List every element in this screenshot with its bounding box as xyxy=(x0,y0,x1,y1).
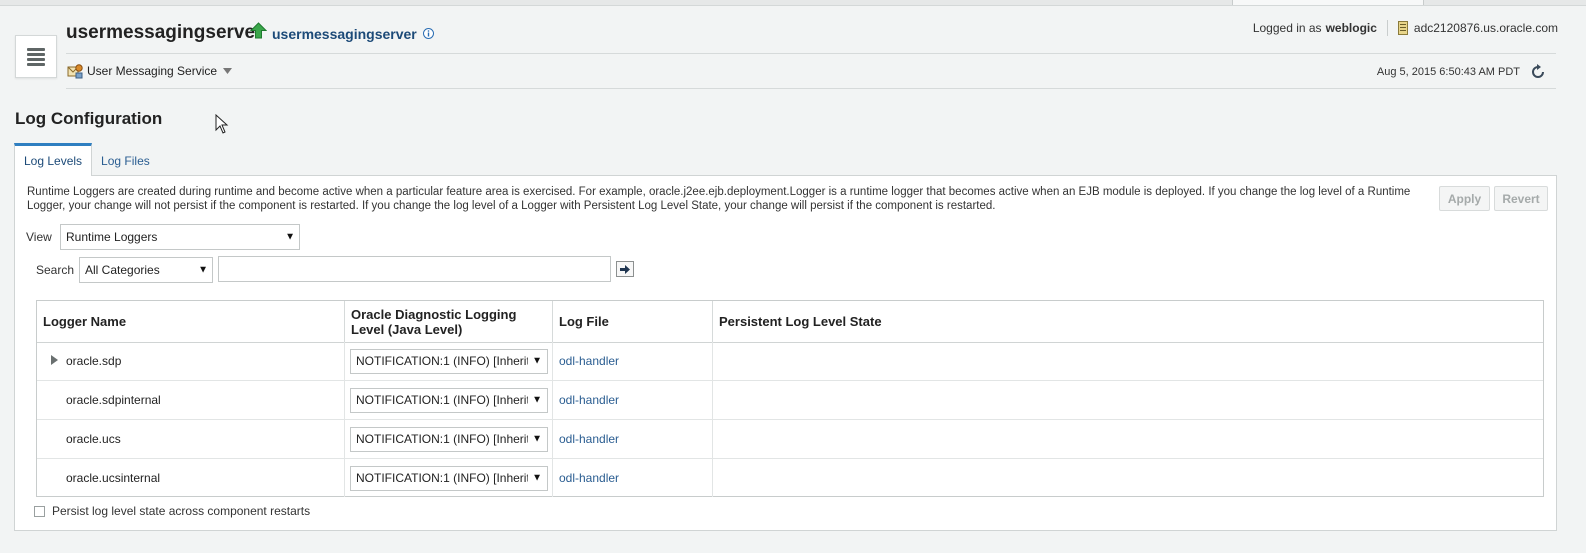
dropdown-arrow-icon: ▼ xyxy=(198,264,208,276)
log-level-value: NOTIFICATION:1 (INFO) [Inherited from pa… xyxy=(356,471,528,485)
log-file-link[interactable]: odl-handler xyxy=(553,381,713,419)
header-divider-top xyxy=(66,53,1556,54)
refresh-icon[interactable] xyxy=(1530,64,1546,80)
table-row[interactable]: oracle.sdpinternal NOTIFICATION:1 (INFO)… xyxy=(37,381,1543,420)
log-level-select[interactable]: NOTIFICATION:1 (INFO) [Inherited from pa… xyxy=(350,465,548,491)
dropdown-arrow-icon: ▼ xyxy=(532,433,542,445)
category-select[interactable]: All Categories ▼ xyxy=(79,257,213,283)
page-title: Log Configuration xyxy=(15,109,163,128)
category-select-value: All Categories xyxy=(85,263,160,277)
search-input[interactable] xyxy=(218,256,611,282)
user-host-separator xyxy=(1386,20,1388,36)
up-arrow-icon[interactable] xyxy=(250,22,267,39)
logger-name: oracle.sdpinternal xyxy=(37,381,345,419)
table-row[interactable]: oracle.sdp NOTIFICATION:1 (INFO) [Inheri… xyxy=(37,342,1543,381)
messaging-service-icon xyxy=(67,64,83,79)
mouse-pointer-icon xyxy=(215,114,229,134)
logged-in-label: Logged in as xyxy=(1252,21,1322,35)
persistent-state-cell xyxy=(713,342,1543,380)
dropdown-arrow-icon: ▼ xyxy=(532,355,542,367)
dropdown-arrow-icon: ▼ xyxy=(532,394,542,406)
top-scroll-tab xyxy=(1232,0,1424,5)
apply-button[interactable]: Apply xyxy=(1439,186,1490,211)
log-file-link[interactable]: odl-handler xyxy=(553,420,713,458)
header-divider-bottom xyxy=(66,88,1556,89)
table-header: Logger Name Oracle Diagnostic Logging Le… xyxy=(37,301,1543,343)
log-level-value: NOTIFICATION:1 (INFO) [Inherited from pa… xyxy=(356,354,528,368)
logger-name: oracle.sdp xyxy=(37,342,345,380)
column-header-odl-level[interactable]: Oracle Diagnostic Logging Level (Java Le… xyxy=(345,301,553,342)
table-row[interactable]: oracle.ucsinternal NOTIFICATION:1 (INFO)… xyxy=(37,459,1543,497)
view-select[interactable]: Runtime Loggers ▼ xyxy=(60,224,300,250)
log-file-link[interactable]: odl-handler xyxy=(553,342,713,380)
navigation-menu-button[interactable] xyxy=(15,35,57,78)
column-header-logger-name[interactable]: Logger Name xyxy=(37,301,345,342)
dropdown-arrow-icon: ▼ xyxy=(532,472,542,484)
log-level-value: NOTIFICATION:1 (INFO) [Inherited from pa… xyxy=(356,432,528,446)
level-cell: NOTIFICATION:1 (INFO) [Inherited from pa… xyxy=(345,420,553,458)
server-icon xyxy=(1397,21,1408,35)
go-arrow-icon xyxy=(620,264,630,274)
chevron-down-icon xyxy=(223,68,233,74)
log-file-link[interactable]: odl-handler xyxy=(553,459,713,497)
persist-state-option[interactable]: Persist log level state across component… xyxy=(34,504,310,518)
persist-state-checkbox[interactable] xyxy=(34,505,45,517)
search-label: Search xyxy=(36,263,75,277)
tab-log-levels[interactable]: Log Levels xyxy=(14,143,93,176)
username-link[interactable]: weblogic xyxy=(1326,21,1377,35)
search-go-button[interactable] xyxy=(616,261,634,277)
dropdown-arrow-icon: ▼ xyxy=(285,231,295,243)
parent-target-link[interactable]: usermessagingserver xyxy=(272,26,417,42)
log-level-select[interactable]: NOTIFICATION:1 (INFO) [Inherited from pa… xyxy=(350,387,548,413)
persistent-state-cell xyxy=(713,420,1543,458)
log-level-value: NOTIFICATION:1 (INFO) [Inherited from pa… xyxy=(356,393,528,407)
persistent-state-cell xyxy=(713,459,1543,497)
level-cell: NOTIFICATION:1 (INFO) [Inherited from pa… xyxy=(345,459,553,497)
persistent-state-cell xyxy=(713,381,1543,419)
column-header-log-file[interactable]: Log File xyxy=(553,301,713,342)
column-header-persistent-state[interactable]: Persistent Log Level State xyxy=(713,301,1543,342)
log-level-select[interactable]: NOTIFICATION:1 (INFO) [Inherited from pa… xyxy=(350,426,548,452)
level-cell: NOTIFICATION:1 (INFO) [Inherited from pa… xyxy=(345,342,553,380)
persist-state-label: Persist log level state across component… xyxy=(52,504,311,518)
target-menu-label: User Messaging Service xyxy=(87,64,218,78)
log-config-tabs: Log Levels Log Files xyxy=(14,143,159,176)
page-refresh-timestamp: Aug 5, 2015 6:50:43 AM PDT xyxy=(1376,66,1520,78)
tab-log-files[interactable]: Log Files xyxy=(92,146,159,176)
table-row[interactable]: oracle.ucs NOTIFICATION:1 (INFO) [Inheri… xyxy=(37,420,1543,459)
user-area: Logged in as weblogic adc2120876.us.orac… xyxy=(1253,20,1558,36)
hamburger-menu-icon xyxy=(27,47,45,66)
view-label: View xyxy=(26,230,52,244)
log-level-select[interactable]: NOTIFICATION:1 (INFO) [Inherited from pa… xyxy=(350,348,548,374)
runtime-loggers-description: Runtime Loggers are created during runti… xyxy=(27,186,1411,212)
log-levels-panel: Runtime Loggers are created during runti… xyxy=(14,175,1557,531)
logger-name: oracle.ucs xyxy=(37,420,345,458)
page-header: usermessagingserver usermessagingserver … xyxy=(0,6,1586,94)
view-select-value: Runtime Loggers xyxy=(66,230,158,244)
loggers-table: Logger Name Oracle Diagnostic Logging Le… xyxy=(36,300,1544,497)
level-cell: NOTIFICATION:1 (INFO) [Inherited from pa… xyxy=(345,381,553,419)
host-name: adc2120876.us.oracle.com xyxy=(1413,21,1558,35)
target-menu[interactable]: User Messaging Service xyxy=(67,63,233,79)
info-icon[interactable] xyxy=(423,28,434,39)
revert-button[interactable]: Revert xyxy=(1494,186,1548,211)
logger-name: oracle.ucsinternal xyxy=(37,459,345,497)
target-title: usermessagingserver xyxy=(66,22,263,43)
